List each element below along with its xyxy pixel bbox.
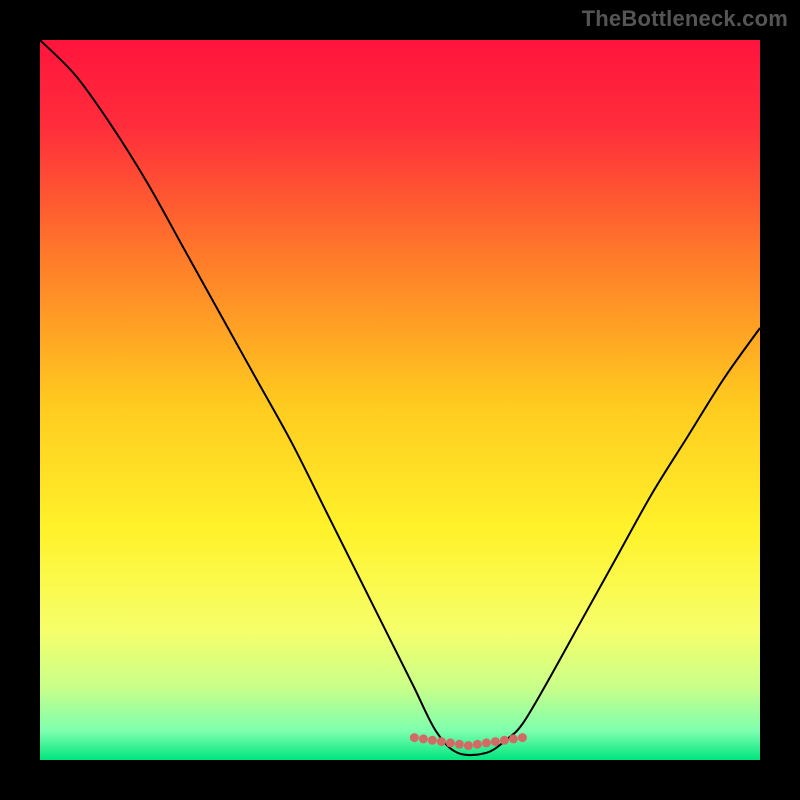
chart-frame: TheBottleneck.com — [0, 0, 800, 800]
chart-svg — [40, 40, 760, 760]
chart-plot-area — [40, 40, 760, 760]
watermark-text: TheBottleneck.com — [582, 6, 788, 32]
gradient-background — [40, 40, 760, 760]
